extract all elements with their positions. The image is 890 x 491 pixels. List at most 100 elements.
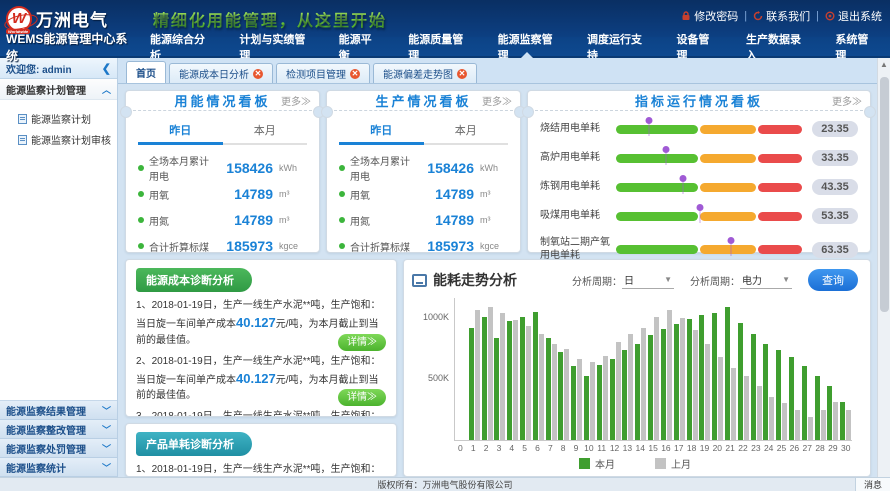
more-link[interactable]: 更多≫ (832, 93, 862, 108)
tab-label: 能源偏差走势图 (383, 66, 453, 81)
sidebar-item-2[interactable]: 能源监察计划审核 (0, 129, 117, 150)
x-tick-label: 16 (660, 441, 673, 454)
main-nav: 能源综合分析计划与实绩管理能源平衡能源质量管理能源监察管理调度运行支持设备管理生… (135, 37, 890, 56)
tab-3[interactable]: 检测项目管理✕ (276, 63, 370, 83)
metric-row: 用氮14789m³ (138, 207, 309, 233)
bar-last-month (564, 349, 569, 440)
nav-item-3[interactable]: 能源平衡 (324, 37, 394, 56)
vertical-scrollbar[interactable]: ▲ (877, 58, 890, 477)
bar-last-month (731, 368, 736, 440)
diagnosis-item: 1、2018-01-19日，生产一线生产水泥**吨，生产饱和：当日旋一车间单产成… (136, 298, 386, 348)
tab-2[interactable]: 能源成本日分析 ✕ (169, 63, 273, 83)
metric-row: 用氧14789m³ (138, 181, 309, 207)
indicator-bar (616, 245, 802, 254)
bar-group (750, 298, 763, 440)
bar-last-month (552, 344, 557, 440)
sidebar-section-collapsed-3[interactable]: 能源监察处罚管理﹀ (0, 439, 117, 458)
header-link-2[interactable]: 联系我们 (753, 8, 810, 24)
bar-last-month (513, 320, 518, 440)
bar-last-month (782, 403, 787, 440)
x-tick-label: 13 (621, 441, 634, 454)
panel-tab-本月[interactable]: 本月 (424, 119, 509, 145)
sidebar-section-collapsed-4[interactable]: 能源监察统计 ﹀ (0, 458, 117, 477)
bar-group (724, 298, 737, 440)
status-bar: 版权所有：万洲电气股份有限公司 消息 (0, 477, 890, 491)
sidebar-item-1[interactable]: 能源监察计划 (0, 108, 117, 129)
panel-tab-昨日[interactable]: 昨日 (339, 119, 424, 145)
panel-tabs: 昨日本月 (339, 119, 508, 145)
bar-current-month (725, 307, 730, 440)
bar-current-month (469, 328, 474, 440)
message-button[interactable]: 消息 (855, 478, 890, 491)
metric-unit: m³ (279, 189, 309, 199)
energy-type-select[interactable]: 电力▼ (740, 272, 792, 289)
sidebar-section-collapsed-1[interactable]: 能源监察结果管理﹀ (0, 401, 117, 420)
bar-group (532, 298, 545, 440)
more-link[interactable]: 更多≫ (281, 93, 311, 108)
metric-row: 用氮14789m³ (339, 207, 510, 233)
indicator-label: 吸煤用电单耗 (540, 210, 614, 223)
tab-label: 能源成本日分析 (179, 66, 249, 81)
panel-tab-本月[interactable]: 本月 (223, 119, 308, 145)
x-tick-label: 11 (595, 441, 608, 454)
indicator-value: 63.35 (812, 242, 858, 258)
sidebar-section-plan-mgmt[interactable]: 能源监察计划管理 ︿ (0, 79, 117, 100)
close-icon[interactable]: ✕ (350, 69, 360, 79)
nav-item-1[interactable]: 能源综合分析 (135, 37, 224, 56)
header-link-1[interactable]: 修改密码 (681, 8, 738, 24)
bar-segment (616, 212, 698, 221)
more-link[interactable]: 更多≫ (482, 93, 512, 108)
close-icon[interactable]: ✕ (457, 69, 467, 79)
item-number: 1、 (136, 300, 152, 311)
scroll-up-icon[interactable]: ▲ (880, 58, 888, 69)
legend-label: 本月 (595, 456, 615, 471)
nav-item-2[interactable]: 计划与实绩管理 (224, 37, 323, 56)
x-tick-label: 18 (685, 441, 698, 454)
panel-title: 能耗走势分析 (433, 270, 517, 290)
unit-diagnosis-items: 1、2018-01-19日，生产一线生产水泥**吨，生产饱和：当日旋一车间单产成… (136, 462, 386, 477)
bar-group (660, 298, 673, 440)
query-button[interactable]: 查询 (808, 269, 858, 291)
metric-row: 合计折算标煤185973kgce (339, 233, 510, 259)
sidebar-section-collapsed-2[interactable]: 能源监察整改管理﹀ (0, 420, 117, 439)
bar-last-month (833, 402, 838, 440)
detail-button[interactable]: 详情≫ (338, 334, 386, 351)
x-tick-label: 23 (749, 441, 762, 454)
nav-item-7[interactable]: 设备管理 (661, 37, 731, 56)
legend-item[interactable]: 本月 (579, 456, 615, 471)
scrollbar-thumb[interactable] (880, 77, 889, 312)
bar-last-month (821, 410, 826, 440)
green-dot-icon (339, 165, 345, 171)
bar-segment (758, 212, 802, 221)
detail-button[interactable]: 详情≫ (338, 389, 386, 406)
nav-item-5[interactable]: 能源监察管理 (483, 37, 572, 56)
green-dot-icon (138, 243, 144, 249)
x-tick-label: 26 (788, 441, 801, 454)
tab-1[interactable]: 首页 (126, 61, 166, 83)
nav-item-4[interactable]: 能源质量管理 (393, 37, 482, 56)
header-link-3[interactable]: 退出系统 (825, 8, 882, 24)
bar-last-month (705, 344, 710, 440)
bar-current-month (571, 366, 576, 440)
period-select[interactable]: 日▼ (622, 272, 674, 289)
panel-tab-昨日[interactable]: 昨日 (138, 119, 223, 145)
sidebar-section-label: 能源监察统计 (6, 460, 66, 475)
metric-list: 全场本月累计用电158426kWh用氧14789m³用氮14789m³合计折算标… (327, 147, 520, 259)
bar-segment (758, 245, 802, 254)
indicator-row: 高炉用电单耗33.35 (540, 150, 858, 166)
diagnosis-item: 1、2018-01-19日，生产一线生产水泥**吨，生产饱和：当日旋一车间单产成… (136, 462, 386, 477)
metric-row: 用氧14789m³ (339, 181, 510, 207)
legend-item[interactable]: 上月 (655, 456, 691, 471)
metric-unit: kWh (480, 163, 510, 173)
nav-item-8[interactable]: 生产数据录入 (731, 37, 820, 56)
close-icon[interactable]: ✕ (253, 69, 263, 79)
bar-group (570, 298, 583, 440)
tab-4[interactable]: 能源偏差走势图 ✕ (373, 63, 477, 83)
x-tick-label: 19 (698, 441, 711, 454)
nav-item-9[interactable]: 系统管理 (820, 37, 890, 56)
metric-value: 14789 (419, 212, 474, 228)
bar-group (493, 298, 506, 440)
metric-unit: m³ (480, 215, 510, 225)
chevron-down-icon: ﹀ (102, 461, 111, 474)
nav-item-6[interactable]: 调度运行支持 (572, 37, 661, 56)
